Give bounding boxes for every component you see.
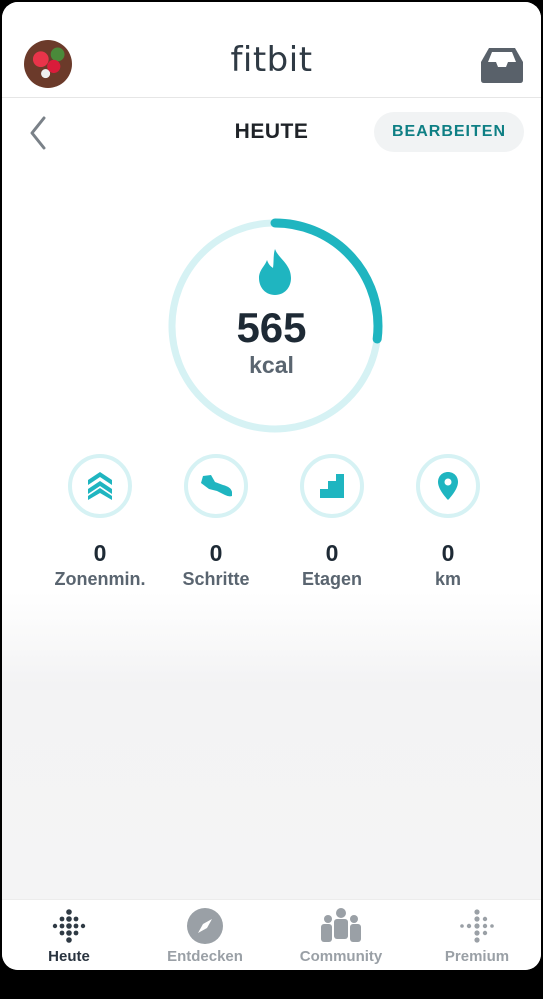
location-pin-icon xyxy=(438,472,458,500)
calorie-unit: kcal xyxy=(249,352,294,378)
stat-label: Zonenmin. xyxy=(54,569,146,589)
stat-icon-circle xyxy=(416,454,480,518)
app-screen: fitbit HEUTE BEARBEITEN 565 kcal 0 Zonen… xyxy=(2,2,541,970)
stairs-icon xyxy=(320,474,344,498)
stat-floors[interactable]: 0 Etagen xyxy=(272,454,392,590)
stat-label: Schritte xyxy=(182,569,250,589)
tab-community[interactable]: Community xyxy=(276,906,406,965)
tab-premium[interactable]: Premium xyxy=(412,906,541,965)
tab-entdecken[interactable]: Entdecken xyxy=(140,906,270,965)
background-fade xyxy=(2,592,541,900)
shoe-icon xyxy=(201,475,232,497)
stat-distance[interactable]: 0 km xyxy=(388,454,508,590)
stat-label: km xyxy=(434,569,461,589)
flame-icon xyxy=(259,249,291,295)
calorie-value: 565 xyxy=(236,304,307,351)
stat-value: 0 xyxy=(441,540,455,566)
stat-icon-circle xyxy=(184,454,248,518)
stat-value: 0 xyxy=(209,540,223,566)
premium-dots-icon xyxy=(460,909,494,943)
stat-label: Etagen xyxy=(301,569,362,589)
tab-label: Heute xyxy=(48,948,90,965)
tab-label: Premium xyxy=(444,948,510,965)
community-icon xyxy=(321,908,361,942)
stat-value: 0 xyxy=(93,540,107,566)
bottom-tab-bar: Heute Entdecken Community Premium xyxy=(2,899,541,970)
tab-label: Entdecken xyxy=(167,948,243,965)
chevrons-up-icon xyxy=(88,472,112,500)
stat-zone-minutes[interactable]: 0 Zonenmin. xyxy=(40,454,160,590)
stat-icon-circle xyxy=(68,454,132,518)
stat-steps[interactable]: 0 Schritte xyxy=(156,454,276,590)
top-header: fitbit xyxy=(2,2,541,98)
compass-icon xyxy=(187,908,223,944)
stat-icon-circle xyxy=(300,454,364,518)
tab-label: Community xyxy=(299,948,383,965)
stat-value: 0 xyxy=(325,540,339,566)
tab-heute[interactable]: Heute xyxy=(4,906,134,965)
fitbit-dots-icon xyxy=(52,909,86,943)
fitbit-logo: fitbit xyxy=(230,40,313,80)
inbox-icon[interactable] xyxy=(480,46,524,84)
edit-button[interactable]: BEARBEITEN xyxy=(374,112,524,152)
